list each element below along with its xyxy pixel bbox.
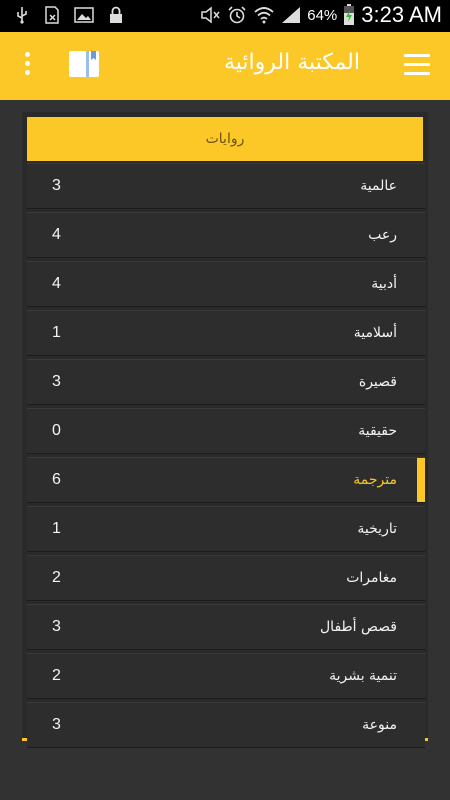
- panel-header: روايات: [27, 117, 423, 161]
- mute-icon: [201, 6, 220, 24]
- category-count: 4: [52, 275, 61, 292]
- category-count: 1: [52, 324, 61, 341]
- list-item[interactable]: عالمية 3: [27, 163, 425, 209]
- category-count: 3: [52, 373, 61, 390]
- image-icon: [74, 7, 94, 23]
- wifi-icon: [254, 7, 274, 24]
- list-item[interactable]: رعب 4: [27, 212, 425, 258]
- category-count: 0: [52, 422, 61, 439]
- category-label: أدبية: [371, 276, 397, 292]
- category-panel: روايات عالمية 3 رعب 4 أدبية 4 أسلامية 1 …: [22, 112, 428, 748]
- list-item[interactable]: منوعة 3: [27, 702, 425, 748]
- battery-charging-icon: [344, 4, 355, 25]
- category-count: 3: [52, 177, 61, 194]
- category-count: 6: [52, 471, 61, 488]
- category-label: عالمية: [360, 178, 397, 194]
- category-label: تنمية بشرية: [329, 668, 397, 684]
- category-label: أسلامية: [353, 325, 397, 341]
- status-bar-system: 64% 3:23 AM: [199, 2, 442, 28]
- signal-icon: [282, 7, 301, 23]
- list-item-selected[interactable]: مترجمة 6: [27, 457, 425, 503]
- battery-percent: 64%: [307, 6, 338, 24]
- menu-icon[interactable]: [404, 54, 430, 78]
- list-item[interactable]: مغامرات 2: [27, 555, 425, 601]
- category-label: قصيرة: [358, 374, 397, 390]
- category-list: عالمية 3 رعب 4 أدبية 4 أسلامية 1 قصيرة 3…: [27, 163, 425, 751]
- list-item[interactable]: أسلامية 1: [27, 310, 425, 356]
- category-label: مترجمة: [353, 472, 397, 488]
- category-label: منوعة: [362, 717, 397, 733]
- category-count: 3: [52, 618, 61, 635]
- sim-icon: [45, 6, 59, 24]
- category-count: 3: [52, 716, 61, 733]
- selected-indicator: [417, 458, 425, 502]
- clock: 3:23 AM: [361, 2, 442, 27]
- list-item[interactable]: أدبية 4: [27, 261, 425, 307]
- usb-icon: [17, 7, 27, 24]
- category-label: قصص أطفال: [320, 619, 397, 635]
- status-bar-notifications: [14, 6, 124, 24]
- status-bar: 64% 3:23 AM: [0, 0, 450, 32]
- lock-icon: [110, 6, 122, 23]
- list-item[interactable]: تنمية بشرية 2: [27, 653, 425, 699]
- category-count: 4: [52, 226, 61, 243]
- book-icon[interactable]: [68, 50, 102, 80]
- list-item[interactable]: قصص أطفال 3: [27, 604, 425, 650]
- category-count: 2: [52, 569, 61, 586]
- category-label: رعب: [368, 227, 397, 243]
- category-count: 1: [52, 520, 61, 537]
- list-item[interactable]: تاريخية 1: [27, 506, 425, 552]
- overflow-menu-icon[interactable]: [20, 52, 34, 80]
- app-bar: المكتبة الروائية: [0, 32, 450, 100]
- list-item[interactable]: حقيقية 0: [27, 408, 425, 454]
- list-item[interactable]: قصيرة 3: [27, 359, 425, 405]
- app-title: المكتبة الروائية: [224, 50, 360, 75]
- category-label: حقيقية: [358, 423, 397, 439]
- category-count: 2: [52, 667, 61, 684]
- category-label: تاريخية: [357, 521, 397, 537]
- category-label: مغامرات: [346, 570, 397, 586]
- alarm-icon: [228, 6, 246, 24]
